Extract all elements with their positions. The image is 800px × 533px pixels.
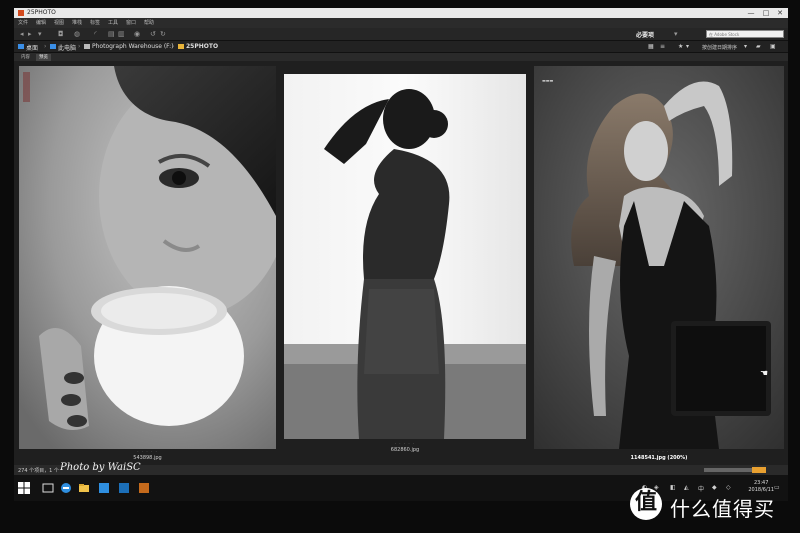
photo-watermark-text: ▬▬▬: [542, 78, 554, 83]
menu-label[interactable]: 标签: [90, 19, 100, 26]
windows-start-icon[interactable]: [18, 482, 30, 494]
maximize-button[interactable]: □: [759, 8, 773, 18]
tray-ime-icon[interactable]: 中: [698, 484, 704, 493]
store-icon[interactable]: [98, 482, 110, 494]
notification-icon[interactable]: ▭: [774, 484, 780, 491]
photo-model-black-dress: ☚ ▬▬▬: [534, 66, 784, 449]
view-mode-button[interactable]: [752, 467, 766, 473]
breadcrumb-sep-icon: ›: [172, 43, 175, 50]
forward-icon[interactable]: ▸: [28, 30, 32, 38]
pc-icon: [50, 44, 56, 49]
history-chevron-icon[interactable]: ▾: [38, 30, 42, 38]
rotate-right-icon[interactable]: ↻: [160, 30, 166, 38]
search-input[interactable]: 在 Adobe Stock: [706, 30, 784, 38]
path-bar: 桌面 › 此电脑 › Photograph Warehouse (F:) › 2…: [14, 41, 788, 53]
breadcrumb-desktop[interactable]: 桌面: [26, 43, 38, 52]
menu-tools[interactable]: 工具: [108, 19, 118, 26]
app-icon: [18, 10, 24, 16]
taskbar-clock[interactable]: 23:47 2018/6/11: [748, 480, 774, 494]
photo-portrait-cup: [19, 66, 276, 449]
thumbnail-2-filename: 682860.jpg: [390, 447, 420, 453]
breadcrumb-folder[interactable]: 25PHOTO: [186, 43, 218, 50]
rating-dots[interactable]: · · · · ·: [534, 449, 784, 454]
workspace-essentials[interactable]: 必要项: [636, 30, 654, 39]
tray-misc-icon[interactable]: ◇: [726, 484, 731, 491]
drive-icon: [84, 44, 90, 49]
content-panel: · · · · · 543898.jpg · · · · · 682860.jp…: [14, 61, 788, 473]
brand-text: 什么值得买: [670, 497, 775, 521]
edge-browser-icon[interactable]: [60, 482, 72, 494]
new-folder-icon[interactable]: ▰: [756, 43, 761, 50]
file-explorer-icon[interactable]: [78, 482, 90, 494]
tray-network-icon[interactable]: ◧: [670, 484, 676, 491]
camera-icon[interactable]: ◘: [58, 30, 64, 38]
svg-text:☚: ☚: [760, 369, 768, 379]
breadcrumb-sep-icon: ›: [78, 43, 81, 50]
thumbnail-quality-icon[interactable]: ▥: [118, 30, 125, 38]
tray-shield-icon[interactable]: ◆: [712, 484, 717, 491]
panel-tab-bar: 内容 预览: [14, 53, 788, 61]
menu-file[interactable]: 文件: [18, 19, 28, 26]
brand-logo-icon: 值: [630, 488, 662, 520]
thumbnail-view-icon[interactable]: ▦: [648, 43, 654, 50]
window-title: 25PHOTO: [27, 9, 56, 16]
thumbnail-3-filename: 1148541.jpg (200%): [630, 455, 688, 461]
sort-dropdown[interactable]: 按创建日期排序: [702, 44, 737, 51]
back-icon[interactable]: ◂: [20, 30, 24, 38]
photo-watermark: Photo by WaiSC: [60, 462, 141, 473]
tab-preview[interactable]: 预览: [36, 54, 51, 61]
breadcrumb-drive[interactable]: Photograph Warehouse (F:): [92, 43, 174, 50]
thumbnail-3[interactable]: ☚ ▬▬▬: [534, 66, 784, 449]
thumbnail-1-filename: 543898.jpg: [133, 455, 162, 461]
thumbnail-2[interactable]: [284, 74, 526, 439]
workspace-chevron-icon[interactable]: ▾: [674, 30, 678, 38]
photo-silhouette: [284, 74, 526, 439]
folder-icon: [178, 44, 184, 49]
boomerang-icon[interactable]: ◜: [94, 30, 97, 38]
toolbar: ◂ ▸ ▾ ◘ ◍ ◜ ▤ ▥ ◉ ↺ ↻ 必要项 ▾ 在 Adobe Stoc…: [14, 28, 788, 41]
menu-view[interactable]: 视图: [54, 19, 64, 26]
star-filter-icon[interactable]: ★: [678, 43, 683, 50]
breadcrumb-sep-icon: ›: [44, 43, 47, 50]
sort-chevron-icon[interactable]: ▾: [744, 43, 747, 50]
bridge-icon[interactable]: [138, 482, 150, 494]
output-icon[interactable]: ▤: [108, 30, 115, 38]
menu-edit[interactable]: 编辑: [36, 19, 46, 26]
tray-volume-icon[interactable]: ◭: [684, 484, 689, 491]
open-recent-icon[interactable]: ◉: [134, 30, 140, 38]
desktop-icon: [18, 44, 24, 49]
rating-dots[interactable]: · · · · ·: [284, 441, 526, 446]
filter-chevron-icon[interactable]: ▾: [686, 43, 689, 50]
delete-icon[interactable]: ▣: [770, 43, 776, 50]
menu-window[interactable]: 窗口: [126, 19, 136, 26]
tab-content[interactable]: 内容: [18, 54, 33, 61]
menu-bar: 文件 编辑 视图 堆栈 标签 工具 窗口 帮助: [14, 18, 788, 28]
close-button[interactable]: ✕: [773, 8, 787, 18]
clock-time: 23:47: [753, 480, 769, 486]
menu-stack[interactable]: 堆栈: [72, 19, 82, 26]
list-view-icon[interactable]: ≡: [660, 43, 665, 50]
thumbnail-1[interactable]: [19, 66, 276, 449]
rating-dots[interactable]: · · · · ·: [19, 449, 276, 454]
refine-icon[interactable]: ◍: [74, 30, 80, 38]
screen: 25PHOTO — □ ✕ 文件 编辑 视图 堆栈 标签 工具 窗口 帮助 ◂ …: [14, 8, 788, 501]
rotate-left-icon[interactable]: ↺: [150, 30, 156, 38]
breadcrumb-pc[interactable]: 此电脑: [58, 43, 76, 52]
menu-help[interactable]: 帮助: [144, 19, 154, 26]
title-bar: 25PHOTO — □ ✕: [14, 8, 788, 18]
photoshop-icon[interactable]: [118, 482, 130, 494]
minimize-button[interactable]: —: [744, 8, 758, 18]
status-text: 274 个项目，1 个: [18, 468, 59, 474]
task-view-icon[interactable]: [42, 482, 54, 494]
